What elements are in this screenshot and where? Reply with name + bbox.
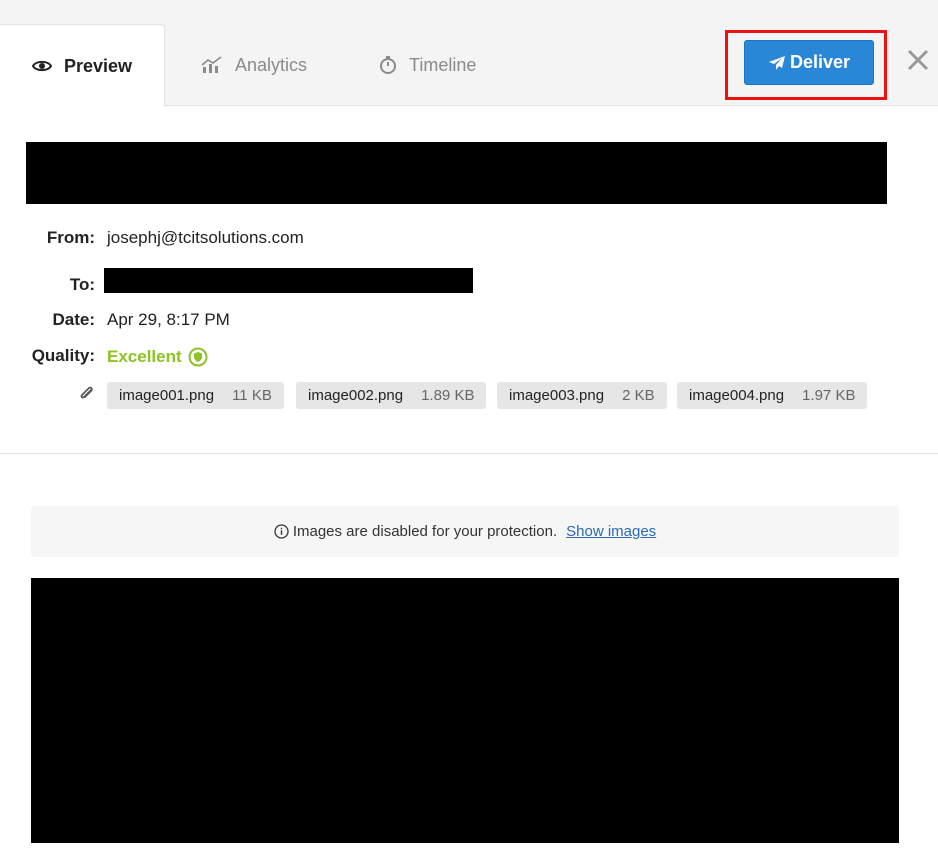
attachment-size: 11 KB xyxy=(232,387,272,404)
date-label: Date: xyxy=(52,310,95,329)
from-label: From: xyxy=(46,228,95,247)
quality-value: Excellent xyxy=(107,347,182,366)
from-value: josephj@tcitsolutions.com xyxy=(107,228,304,247)
close-button[interactable] xyxy=(904,48,932,76)
attachment-name: image003.png xyxy=(509,387,605,404)
eye-icon xyxy=(32,59,52,73)
date-value: Apr 29, 8:17 PM xyxy=(107,310,230,329)
attachment-size: 2 KB xyxy=(622,387,655,404)
tab-timeline-label: Timeline xyxy=(409,54,477,75)
email-subject-redacted xyxy=(26,142,887,204)
deliver-button[interactable]: Deliver xyxy=(744,40,874,85)
attachment-chip[interactable]: image002.png 1.89 KB xyxy=(296,382,487,409)
to-value-redacted xyxy=(104,268,473,293)
notice-text: Images are disabled for your protection. xyxy=(292,523,558,540)
attachment-chip[interactable]: image001.png 11 KB xyxy=(107,382,284,409)
email-body-redacted xyxy=(31,578,899,843)
shield-check-icon xyxy=(188,347,208,367)
stopwatch-icon xyxy=(379,55,397,75)
attachment-name: image001.png xyxy=(119,387,215,404)
attachment-size: 1.89 KB xyxy=(421,387,475,404)
deliver-button-label: Deliver xyxy=(789,52,851,72)
paper-plane-icon xyxy=(768,55,786,71)
close-icon xyxy=(907,49,929,76)
attachment-name: image004.png xyxy=(689,387,785,404)
tab-preview-label: Preview xyxy=(64,55,133,76)
show-images-link[interactable]: Show images xyxy=(566,523,656,540)
section-divider xyxy=(0,453,938,454)
attachment-name: image002.png xyxy=(308,387,404,404)
quality-status: Excellent xyxy=(107,347,208,367)
tab-analytics[interactable]: Analytics xyxy=(201,24,307,106)
attachment-chip[interactable]: image003.png 2 KB xyxy=(497,382,667,409)
tab-analytics-label: Analytics xyxy=(235,54,308,75)
to-label: To: xyxy=(69,275,95,294)
paperclip-icon xyxy=(77,384,97,409)
images-disabled-notice: Images are disabled for your protection.… xyxy=(31,506,899,557)
analytics-chart-icon xyxy=(201,56,223,74)
info-icon xyxy=(274,524,289,539)
tab-timeline[interactable]: Timeline xyxy=(379,24,476,106)
tab-preview[interactable]: Preview xyxy=(0,24,165,107)
attachment-chip[interactable]: image004.png 1.97 KB xyxy=(677,382,868,409)
attachment-size: 1.97 KB xyxy=(802,387,856,404)
quality-label: Quality: xyxy=(31,346,95,365)
